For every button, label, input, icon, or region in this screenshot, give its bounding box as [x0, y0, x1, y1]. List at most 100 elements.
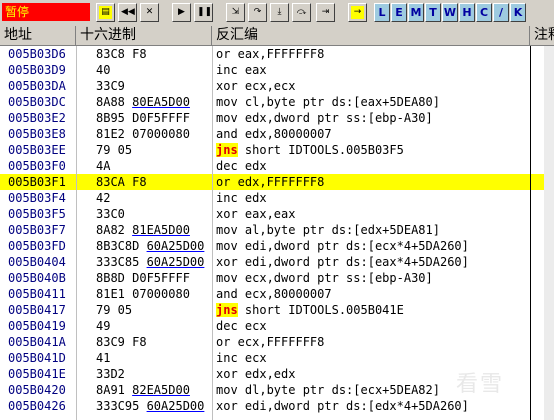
disassembly-cell: xor edi,dword ptr ds:[edx*4+5DA260] — [216, 399, 469, 413]
instruction-row[interactable]: 005B03DC 8A88 80EA5D00 mov cl,byte ptr ds:… — [0, 94, 554, 110]
close-button[interactable]: ✕ — [140, 3, 159, 22]
selected-instruction-row[interactable]: 005B03F1 83CA F8 or edx,FFFFFFF8 — [0, 174, 554, 190]
disassembly-cell: or eax,FFFFFFF8 — [216, 47, 325, 61]
instruction-row[interactable]: 005B0426 333C95 60A25D00 xor edi,dword ptr… — [0, 398, 554, 414]
run-button[interactable]: ▶ — [172, 3, 191, 22]
jump-target: short IDTOOLS.005B041E — [237, 303, 404, 317]
address-cell: 005B03D6 — [8, 47, 66, 61]
patches-window-button[interactable]: / — [493, 3, 509, 22]
log-window-button[interactable]: L — [374, 3, 390, 22]
comment-column-header[interactable]: 注释 — [530, 26, 554, 45]
hex-cell: 79 05 — [96, 303, 133, 317]
hex-cell: 8B8D D0F5FFFF — [96, 271, 190, 285]
instruction-row[interactable]: 005B03EE 79 05 jns short IDTOOLS.005B03F5 — [0, 142, 554, 158]
threads-window-button[interactable]: T — [425, 3, 441, 22]
watermark: 看雪 — [456, 372, 505, 397]
disassembly-cell: mov dl,byte ptr ds:[ecx+5DEA82] — [216, 383, 440, 397]
instruction-row[interactable]: 005B040B 8B8D D0F5FFFF mov ecx,dword ptr s… — [0, 270, 554, 286]
paused-status: 暂停 — [2, 3, 90, 21]
play-icon: ▶ — [178, 7, 185, 17]
address-cell: 005B0417 — [8, 303, 66, 317]
instruction-row[interactable]: 005B041D 41 inc ecx — [0, 350, 554, 366]
opcode-bytes: 8A88 — [96, 95, 133, 109]
handles-window-button[interactable]: H — [459, 3, 475, 22]
hex-column-header[interactable]: 十六进制 — [76, 26, 212, 45]
disassembly-cell: or edx,FFFFFFF8 — [216, 175, 325, 189]
trace-over-button[interactable]: ⤼ — [292, 3, 311, 22]
hex-cell: 33C0 — [96, 207, 125, 221]
disassembly-cell: jns short IDTOOLS.005B041E — [216, 302, 404, 318]
hex-cell: 49 — [96, 319, 111, 333]
instruction-row[interactable]: 005B03E8 81E2 07000080 and edx,80000007 — [0, 126, 554, 142]
hex-cell: 42 — [96, 191, 111, 205]
hex-cell: 333C95 60A25D00 — [96, 398, 208, 414]
hex-cell: 41 — [96, 351, 111, 365]
execute-till-return-button[interactable]: ⇥ — [316, 3, 335, 22]
cpu-window-button[interactable]: C — [476, 3, 492, 22]
step-into-button[interactable]: ⇲ — [226, 3, 245, 22]
instruction-row[interactable]: 005B03FD 8B3C8D 60A25D00 mov edi,dword ptr… — [0, 238, 554, 254]
open-file-button[interactable]: ▤ — [96, 3, 115, 22]
instruction-row[interactable]: 005B041A 83C9 F8 or ecx,FFFFFFF8 — [0, 334, 554, 350]
fixup-bytes: 60A25D00 — [146, 399, 205, 413]
fixup-bytes: 82EA5D00 — [132, 383, 190, 397]
hex-cell: 81E1 07000080 — [96, 287, 190, 301]
vertical-scrollbar[interactable] — [544, 46, 554, 420]
pause-button[interactable]: ❚❚ — [194, 3, 213, 22]
disassembly-cell: dec ecx — [216, 319, 267, 333]
opcode-bytes: 8A91 — [96, 383, 133, 397]
windows-window-button[interactable]: W — [442, 3, 458, 22]
jump-target: short IDTOOLS.005B03F5 — [237, 143, 404, 157]
hex-cell: 8B95 D0F5FFFF — [96, 111, 190, 125]
goto-icon: → — [351, 6, 364, 19]
column-header: 地址 十六进制 反汇编 注释 — [0, 26, 554, 46]
disassembly-cell: xor eax,eax — [216, 207, 296, 221]
modules-window-button[interactable]: E — [391, 3, 407, 22]
disassembly-cell: inc eax — [216, 63, 267, 77]
trace-into-icon: ⤓ — [277, 7, 282, 17]
fixup-bytes: 80EA5D00 — [132, 95, 190, 109]
goto-button[interactable]: → — [348, 3, 367, 22]
jump-mnemonic: jns — [216, 143, 238, 157]
call-stack-window-button[interactable]: K — [510, 3, 526, 22]
hex-cell: 8B3C8D 60A25D00 — [96, 238, 208, 254]
hex-cell: 83C9 F8 — [96, 335, 147, 349]
instruction-row[interactable]: 005B0411 81E1 07000080 and ecx,80000007 — [0, 286, 554, 302]
disassembly-cell: or ecx,FFFFFFF8 — [216, 335, 325, 349]
hex-cell: 81E2 07000080 — [96, 127, 190, 141]
pause-icon: ❚❚ — [197, 7, 213, 17]
hex-cell: 33D2 — [96, 367, 125, 381]
instruction-row[interactable]: 005B03F5 33C0 xor eax,eax — [0, 206, 554, 222]
address-cell: 005B041A — [8, 335, 66, 349]
instruction-row[interactable]: 005B03F0 4A dec edx — [0, 158, 554, 174]
address-cell: 005B0420 — [8, 383, 66, 397]
instruction-row[interactable]: 005B0404 333C85 60A25D00 xor edi,dword ptr… — [0, 254, 554, 270]
trace-into-button[interactable]: ⤓ — [270, 3, 289, 22]
hex-cell: 8A88 80EA5D00 — [96, 94, 208, 110]
disassembly-column-header[interactable]: 反汇编 — [212, 26, 530, 45]
disassembly-list[interactable]: 005B03D6 83C8 F8 or eax,FFFFFFF8 005B03D9 40… — [0, 46, 554, 420]
toolbar: 暂停 ▤ ◀◀ ✕ ▶ ❚❚ ⇲ ↷ ⤓ ⤼ ⇥ → L E M T W H C… — [0, 0, 554, 27]
hex-cell: 33C9 — [96, 79, 125, 93]
memory-window-button[interactable]: M — [408, 3, 424, 22]
jump-mnemonic: jns — [216, 303, 238, 317]
address-column-header[interactable]: 地址 — [0, 26, 76, 45]
hex-cell: 40 — [96, 63, 111, 77]
restart-button[interactable]: ◀◀ — [118, 3, 137, 22]
instruction-row[interactable]: 005B03DA 33C9 xor ecx,ecx — [0, 78, 554, 94]
instruction-row[interactable]: 005B03D6 83C8 F8 or eax,FFFFFFF8 — [0, 46, 554, 62]
instruction-row[interactable]: 005B03E2 8B95 D0F5FFFF mov edx,dword ptr s… — [0, 110, 554, 126]
disassembly-cell: and edx,80000007 — [216, 127, 332, 141]
hex-cell: 4A — [96, 159, 111, 173]
address-cell: 005B03E8 — [8, 127, 66, 141]
instruction-row[interactable]: 005B03D9 40 inc eax — [0, 62, 554, 78]
instruction-row[interactable]: 005B0417 79 05 jns short IDTOOLS.005B041E — [0, 302, 554, 318]
instruction-row[interactable]: 005B03F4 42 inc edx — [0, 190, 554, 206]
address-cell: 005B041D — [8, 351, 66, 365]
instruction-row[interactable]: 005B03F7 8A82 81EA5D00 mov al,byte ptr ds:… — [0, 222, 554, 238]
address-cell: 005B03F4 — [8, 191, 66, 205]
hex-cell: 8A91 82EA5D00 — [96, 382, 208, 398]
step-over-button[interactable]: ↷ — [248, 3, 267, 22]
hex-cell: 79 05 — [96, 143, 133, 157]
instruction-row[interactable]: 005B0419 49 dec ecx — [0, 318, 554, 334]
